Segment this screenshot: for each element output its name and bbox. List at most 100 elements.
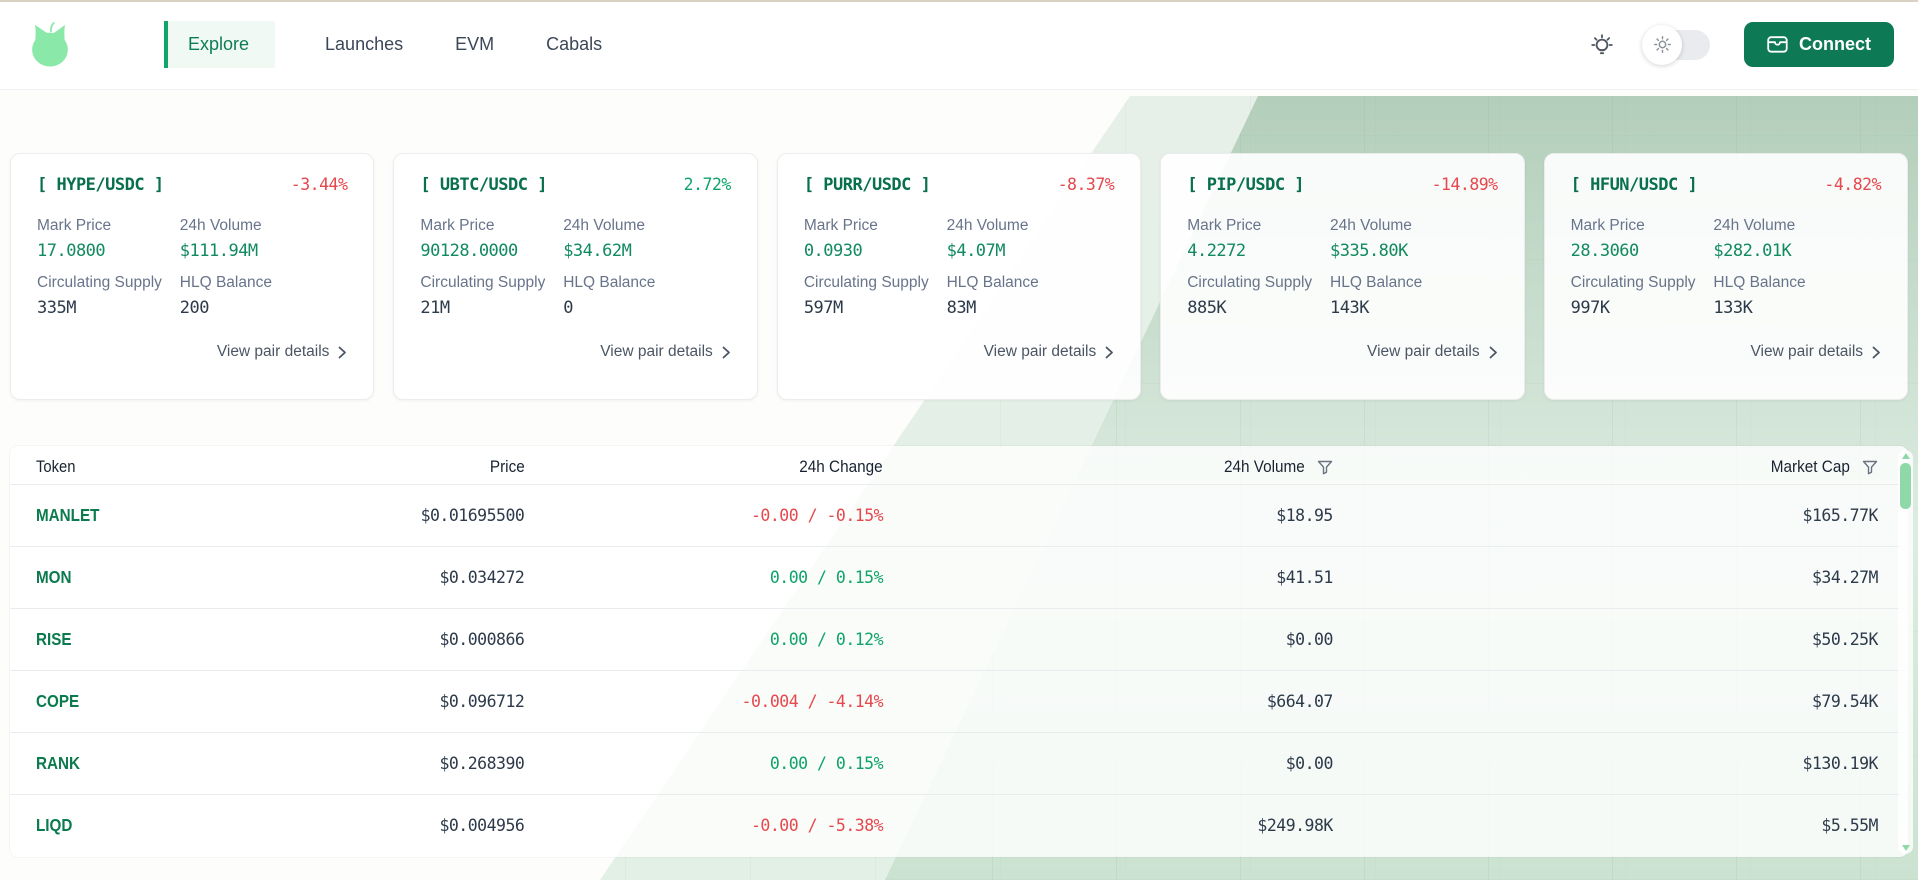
view-pair-details-link[interactable]: View pair details	[1187, 343, 1497, 361]
token-row[interactable]: RISE $0.000866 0.00 / 0.12% $0.00 $50.25…	[10, 609, 1908, 671]
mark-price-metric: Mark Price 90128.0000	[420, 217, 563, 261]
navbar-actions: Connect	[1588, 22, 1894, 67]
tab-evm[interactable]: EVM	[453, 22, 496, 67]
scrollbar-up-arrow[interactable]	[1902, 453, 1910, 459]
pair-card: [ PIP/USDC ] -14.89% Mark Price 4.2272 2…	[1160, 153, 1524, 400]
volume-metric: 24h Volume $4.07M	[947, 217, 1115, 261]
token-market-cap: $79.54K	[1812, 692, 1878, 711]
hlq-balance-label: HLQ Balance	[1330, 274, 1498, 292]
pair-name: [ PURR/USDC ]	[804, 175, 931, 195]
hlq-balance-label: HLQ Balance	[180, 274, 348, 292]
header-token: Token	[10, 446, 268, 485]
mark-price-metric: Mark Price 28.3060	[1571, 217, 1714, 261]
volume-label: 24h Volume	[563, 217, 731, 235]
primary-nav: Explore Launches EVM Cabals	[164, 21, 604, 68]
token-market-cap: $34.27M	[1812, 568, 1878, 587]
token-row[interactable]: LIQD $0.004956 -0.00 / -5.38% $249.98K $…	[10, 795, 1908, 857]
supply-label: Circulating Supply	[1571, 274, 1714, 292]
volume-value: $4.07M	[947, 241, 1115, 261]
pair-name: [ UBTC/USDC ]	[420, 175, 547, 195]
token-volume: $664.07	[1267, 692, 1333, 711]
mark-price-label: Mark Price	[1571, 217, 1714, 235]
theme-toggle-knob[interactable]	[1642, 25, 1682, 65]
chevron-right-icon	[338, 346, 347, 359]
view-pair-details-link[interactable]: View pair details	[804, 343, 1114, 361]
hlq-balance-value: 143K	[1330, 298, 1498, 318]
supply-metric: Circulating Supply 997K	[1571, 274, 1714, 318]
funnel-icon[interactable]	[1862, 460, 1878, 475]
token-market-cap: $50.25K	[1812, 630, 1878, 649]
mark-price-label: Mark Price	[37, 217, 180, 235]
mark-price-value: 90128.0000	[420, 241, 563, 261]
change-cell: -0.004 / -4.14%	[742, 692, 884, 711]
token-market-cap: $5.55M	[1821, 816, 1878, 835]
volume-metric: 24h Volume $335.80K	[1330, 217, 1498, 261]
funnel-icon[interactable]	[1317, 460, 1333, 475]
token-row[interactable]: COPE $0.096712 -0.004 / -4.14% $664.07 $…	[10, 671, 1908, 733]
connect-wallet-button[interactable]: Connect	[1744, 22, 1894, 67]
token-name: RANK	[36, 753, 80, 774]
main-content: [ HYPE/USDC ] -3.44% Mark Price 17.0800 …	[0, 153, 1918, 857]
header-24h-change: 24h Change	[524, 446, 883, 485]
token-volume: $18.95	[1276, 506, 1333, 525]
token-price: $0.096712	[439, 692, 524, 711]
table-scrollbar[interactable]	[1898, 450, 1913, 854]
pair-metrics: Mark Price 4.2272 24h Volume $335.80K Ci…	[1187, 217, 1497, 331]
hlq-balance-label: HLQ Balance	[947, 274, 1115, 292]
scrollbar-thumb[interactable]	[1900, 463, 1911, 509]
volume-metric: 24h Volume $111.94M	[180, 217, 348, 261]
hlq-balance-metric: HLQ Balance 143K	[1330, 274, 1498, 318]
token-name: LIQD	[36, 815, 72, 836]
view-pair-details-label: View pair details	[984, 343, 1097, 361]
token-market-cap: $165.77K	[1803, 506, 1878, 525]
hlq-balance-metric: HLQ Balance 83M	[947, 274, 1115, 318]
pair-card-header: [ PURR/USDC ] -8.37%	[804, 175, 1114, 195]
token-row[interactable]: MANLET $0.01695500 -0.00 / -0.15% $18.95…	[10, 485, 1908, 547]
header-price: Price	[268, 446, 524, 485]
pair-card: [ PURR/USDC ] -8.37% Mark Price 0.0930 2…	[777, 153, 1141, 400]
wallet-icon	[1767, 35, 1788, 54]
token-price: $0.268390	[439, 754, 524, 773]
view-pair-details-link[interactable]: View pair details	[420, 343, 730, 361]
token-row[interactable]: MON $0.034272 0.00 / 0.15% $41.51 $34.27…	[10, 547, 1908, 609]
pair-card-header: [ HYPE/USDC ] -3.44%	[37, 175, 347, 195]
chevron-right-icon	[722, 346, 731, 359]
supply-value: 997K	[1571, 298, 1714, 318]
app-logo[interactable]	[28, 20, 72, 70]
mark-price-label: Mark Price	[804, 217, 947, 235]
supply-value: 21M	[420, 298, 563, 318]
tab-explore[interactable]: Explore	[164, 21, 275, 68]
token-row[interactable]: RANK $0.268390 0.00 / 0.15% $0.00 $130.1…	[10, 733, 1908, 795]
view-pair-details-link[interactable]: View pair details	[1571, 343, 1881, 361]
hints-button[interactable]	[1588, 30, 1616, 60]
scrollbar-down-arrow[interactable]	[1902, 845, 1910, 851]
volume-value: $282.01K	[1713, 241, 1881, 261]
token-name: COPE	[36, 691, 79, 712]
tokens-table-card: Token Price 24h Change 24h Volume Market…	[10, 446, 1908, 857]
mark-price-metric: Mark Price 4.2272	[1187, 217, 1330, 261]
token-volume: $0.00	[1286, 754, 1333, 773]
pair-change: -4.82%	[1824, 175, 1881, 194]
hlq-balance-metric: HLQ Balance 200	[180, 274, 348, 318]
change-cell: 0.00 / 0.15%	[770, 568, 883, 587]
pair-metrics: Mark Price 17.0800 24h Volume $111.94M C…	[37, 217, 347, 331]
change-cell: -0.00 / -0.15%	[751, 506, 883, 525]
token-price: $0.01695500	[421, 506, 525, 525]
supply-value: 597M	[804, 298, 947, 318]
change-cell: 0.00 / 0.12%	[770, 630, 883, 649]
pair-change: -3.44%	[291, 175, 348, 194]
token-market-cap: $130.19K	[1803, 754, 1878, 773]
change-cell: 0.00 / 0.15%	[770, 754, 883, 773]
tab-cabals[interactable]: Cabals	[544, 22, 604, 67]
volume-label: 24h Volume	[1330, 217, 1498, 235]
mark-price-metric: Mark Price 17.0800	[37, 217, 180, 261]
tokens-table: Token Price 24h Change 24h Volume Market…	[10, 446, 1908, 857]
pair-metrics: Mark Price 28.3060 24h Volume $282.01K C…	[1571, 217, 1881, 331]
mark-price-value: 17.0800	[37, 241, 180, 261]
pair-change: -14.89%	[1432, 175, 1498, 194]
token-volume: $41.51	[1276, 568, 1333, 587]
lightbulb-icon	[1588, 30, 1616, 60]
tab-launches[interactable]: Launches	[323, 22, 405, 67]
view-pair-details-link[interactable]: View pair details	[37, 343, 347, 361]
theme-toggle[interactable]	[1644, 30, 1710, 60]
